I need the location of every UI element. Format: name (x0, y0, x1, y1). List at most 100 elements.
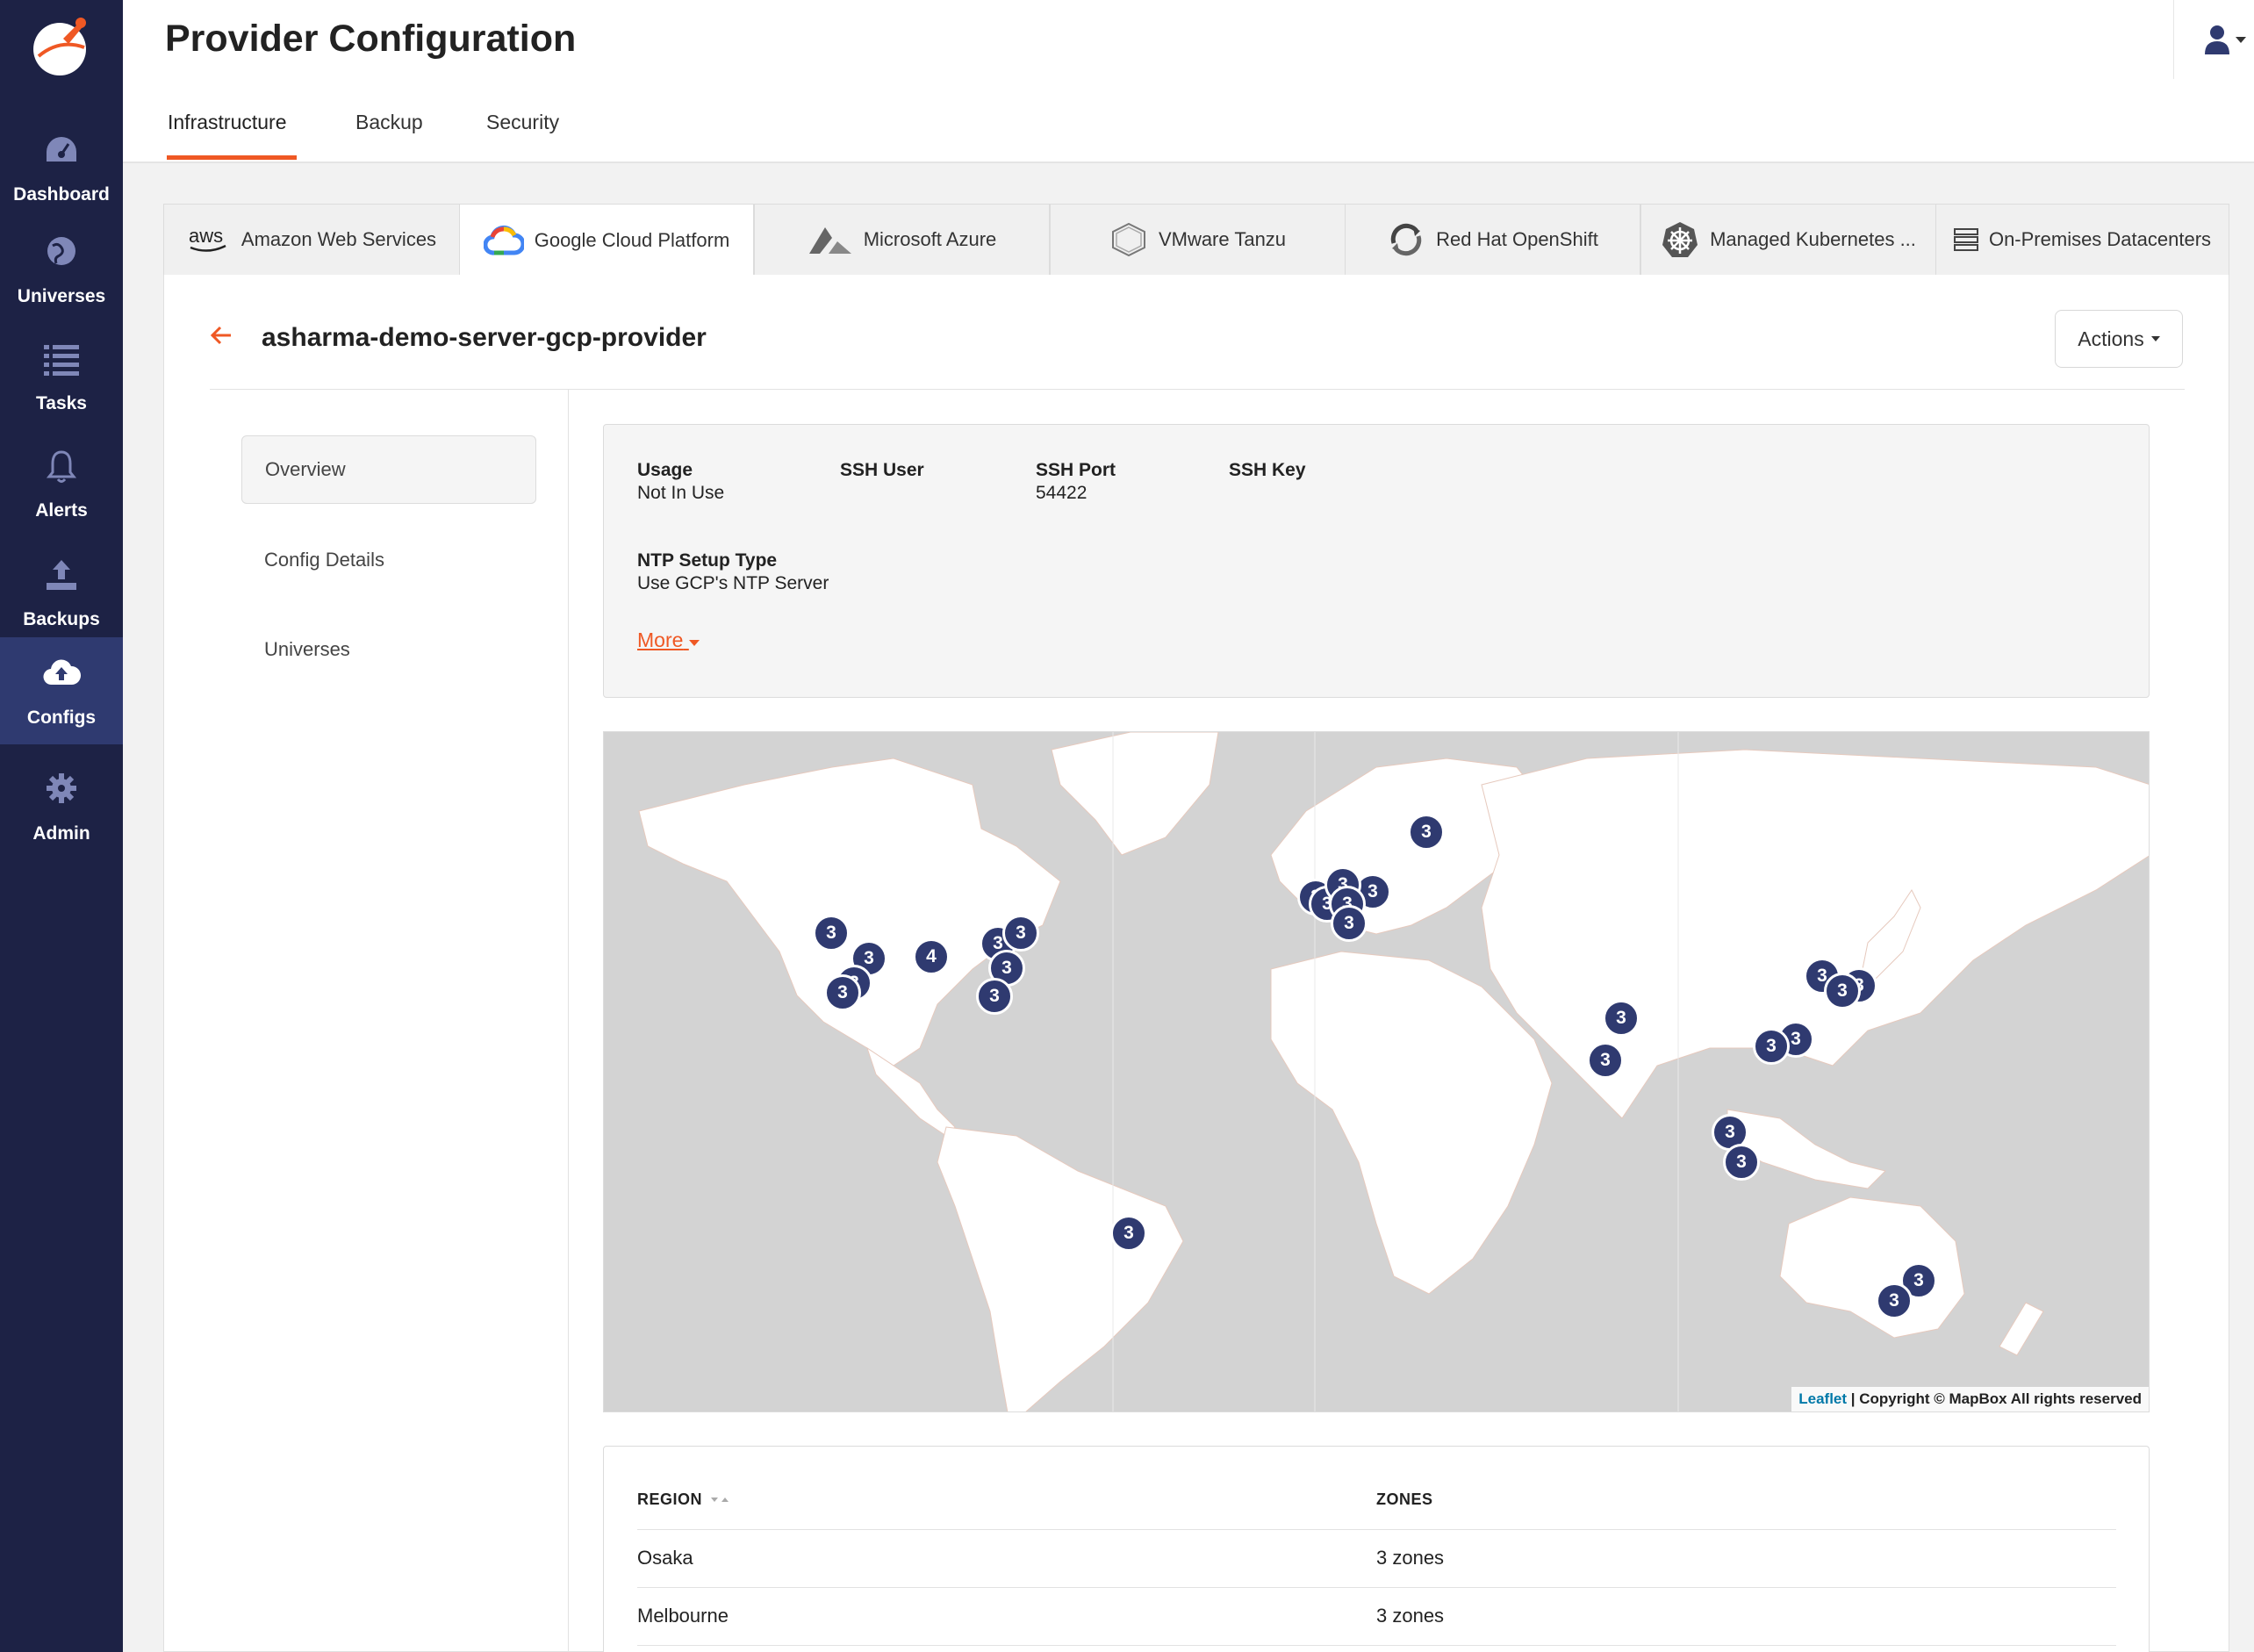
user-menu[interactable] (2173, 0, 2254, 79)
map-marker[interactable]: 3 (813, 915, 850, 952)
usage-value: Not In Use (637, 483, 725, 503)
leaflet-link[interactable]: Leaflet (1798, 1390, 1847, 1407)
divider (210, 389, 2185, 390)
map-marker[interactable]: 3 (1408, 814, 1445, 851)
active-tab-indicator (167, 155, 297, 160)
arrow-left-icon (210, 326, 231, 345)
sidebar: Dashboard Universes Tasks Alerts Backups… (0, 0, 123, 1652)
map-marker[interactable]: 3 (1723, 1144, 1760, 1181)
map-marker[interactable]: 3 (1110, 1215, 1147, 1252)
tab-managed-kubernetes[interactable]: Managed Kubernetes ... (1640, 204, 1936, 276)
map-marker[interactable]: 3 (976, 978, 1013, 1015)
tab-azure[interactable]: Microsoft Azure (754, 204, 1050, 276)
map-marker[interactable]: 3 (1331, 905, 1367, 942)
ssh-port-label: SSH Port (1036, 460, 1116, 480)
sort-icon (710, 1498, 729, 1502)
ssh-key-label: SSH Key (1229, 460, 1306, 480)
server-icon (1953, 228, 1978, 251)
row-divider (637, 1645, 2116, 1646)
map-marker[interactable]: 3 (1824, 973, 1861, 1009)
nav-alerts[interactable]: Alerts (0, 430, 123, 537)
nav-configs[interactable]: Configs (0, 637, 123, 744)
zones-cell: 3 zones (1376, 1547, 1445, 1569)
map-marker[interactable]: 3 (1753, 1028, 1790, 1065)
list-icon (44, 345, 79, 376)
more-link[interactable]: More (637, 628, 700, 652)
side-tab-universes[interactable]: Universes (241, 615, 536, 684)
map-marker[interactable]: 3 (1603, 1000, 1640, 1037)
ssh-user-label: SSH User (840, 460, 924, 480)
tab-label: Google Cloud Platform (534, 229, 730, 251)
tab-label: On-Premises Datacenters (1988, 228, 2212, 250)
caret-down-icon (2150, 335, 2160, 341)
tab-label: Amazon Web Services (240, 228, 437, 250)
nav-label: Backups (23, 609, 100, 629)
tanzu-icon (1109, 222, 1148, 257)
aws-icon: aws (187, 225, 231, 255)
nav-label: Configs (26, 707, 97, 728)
nav-backups[interactable]: Backups (0, 539, 123, 646)
tab-openshift[interactable]: Red Hat OpenShift (1345, 204, 1640, 276)
upload-icon (47, 560, 76, 590)
map-marker[interactable]: 3 (824, 974, 861, 1011)
svg-text:aws: aws (189, 225, 223, 247)
divider (568, 390, 569, 1652)
map-marker[interactable]: 4 (913, 938, 950, 975)
tab-security[interactable]: Security (486, 111, 559, 134)
actions-button[interactable]: Actions (2055, 310, 2183, 368)
nav-label: Alerts (35, 500, 88, 521)
caret-down-icon (688, 640, 700, 646)
region-map[interactable]: 3 3 3 3 3 3 3 3 3 4 3 3 3 3 3 3 3 3 3 3 … (603, 731, 2150, 1412)
provider-tabs: aws Amazon Web Services Google Cloud Pla… (163, 204, 2229, 277)
tab-label: Managed Kubernetes ... (1710, 228, 1916, 250)
nav-admin[interactable]: Admin (0, 753, 123, 860)
zones-cell: 3 zones (1376, 1605, 1445, 1627)
kubernetes-icon (1661, 220, 1699, 259)
region-cell: Osaka (637, 1547, 693, 1569)
side-tab-label: Overview (265, 458, 346, 480)
nav-label: Admin (32, 823, 90, 844)
gear-icon (47, 773, 76, 803)
nav-tasks[interactable]: Tasks (0, 323, 123, 430)
map-marker[interactable]: 3 (1876, 1282, 1913, 1319)
world-map (604, 732, 2149, 1411)
column-label: REGION (637, 1490, 703, 1508)
nav-universes[interactable]: Universes (0, 216, 123, 323)
ssh-port-value: 54422 (1036, 483, 1088, 503)
app-logo[interactable] (28, 12, 95, 79)
column-header-zones: ZONES (1376, 1490, 1433, 1508)
azure-icon (808, 224, 853, 255)
provider-name: asharma-demo-server-gcp-provider (262, 323, 707, 352)
nav-dashboard[interactable]: Dashboard (0, 114, 123, 221)
side-tab-label: Universes (264, 638, 350, 660)
tab-backup[interactable]: Backup (355, 111, 423, 134)
tab-on-premises[interactable]: On-Premises Datacenters (1935, 204, 2229, 276)
ntp-label: NTP Setup Type (637, 550, 778, 571)
back-button[interactable] (210, 326, 233, 349)
nav-label: Universes (17, 286, 106, 306)
tab-gcp[interactable]: Google Cloud Platform (459, 204, 754, 277)
side-tab-overview[interactable]: Overview (241, 435, 536, 504)
nav-label: Dashboard (13, 184, 110, 205)
dashboard-icon (47, 137, 76, 162)
tab-aws[interactable]: aws Amazon Web Services (163, 204, 460, 276)
row-divider (637, 1587, 2116, 1588)
regions-table: REGION ZONES Osaka 3 zones Melbourne 3 z… (603, 1446, 2150, 1652)
map-attribution: Leaflet | Copyright © MapBox All rights … (1791, 1387, 2149, 1411)
tab-label: Microsoft Azure (863, 228, 997, 250)
user-icon (2205, 25, 2229, 54)
tab-tanzu[interactable]: VMware Tanzu (1050, 204, 1346, 276)
map-marker[interactable]: 3 (1587, 1042, 1624, 1079)
map-marker[interactable]: 3 (1002, 915, 1039, 952)
tab-infrastructure[interactable]: Infrastructure (168, 111, 287, 134)
tab-label: VMware Tanzu (1158, 228, 1287, 250)
column-header-region[interactable]: REGION (637, 1490, 730, 1509)
side-tab-config-details[interactable]: Config Details (241, 526, 536, 594)
ntp-value: Use GCP's NTP Server (637, 573, 829, 593)
cloud-upload-icon (43, 659, 81, 686)
globe-icon (47, 237, 75, 265)
region-cell: Melbourne (637, 1605, 729, 1627)
caret-down-icon (2236, 37, 2246, 43)
usage-label: Usage (637, 460, 693, 480)
row-divider (637, 1529, 2116, 1530)
